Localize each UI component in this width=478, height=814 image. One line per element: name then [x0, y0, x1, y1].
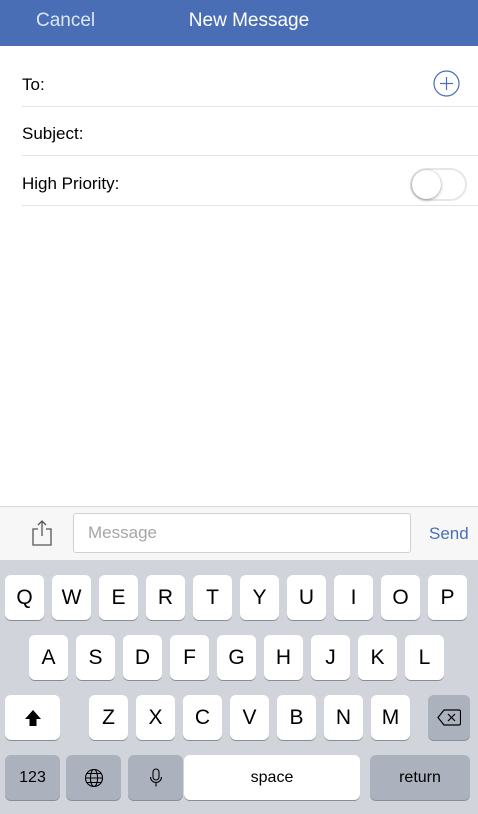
send-button[interactable]: Send	[429, 524, 469, 544]
key-i[interactable]: I	[334, 575, 373, 620]
space-key[interactable]: space	[184, 755, 360, 800]
key-r[interactable]: R	[146, 575, 185, 620]
key-t[interactable]: T	[193, 575, 232, 620]
page-title-text: New Message	[188, 10, 310, 31]
key-d[interactable]: D	[123, 635, 162, 680]
key-q[interactable]: Q	[5, 575, 44, 620]
add-contact-icon[interactable]	[433, 70, 460, 97]
backspace-key[interactable]	[428, 695, 470, 740]
key-v[interactable]: V	[230, 695, 269, 740]
subject-label: Subject:	[22, 124, 84, 143]
key-k[interactable]: K	[358, 635, 397, 680]
divider	[22, 205, 478, 206]
subject-field[interactable]: Subject:	[0, 106, 478, 156]
key-f[interactable]: F	[170, 635, 209, 680]
high-priority-toggle[interactable]	[410, 168, 467, 201]
high-priority-label: High Priority:	[22, 174, 120, 193]
key-n[interactable]: N	[324, 695, 363, 740]
key-l[interactable]: L	[405, 635, 444, 680]
globe-icon	[84, 768, 103, 787]
key-y[interactable]: Y	[240, 575, 279, 620]
key-c[interactable]: C	[183, 695, 222, 740]
key-p[interactable]: P	[428, 575, 467, 620]
shift-icon	[24, 709, 41, 726]
key-w[interactable]: W	[52, 575, 91, 620]
return-key[interactable]: return	[370, 755, 470, 800]
message-input[interactable]	[73, 513, 411, 553]
key-o[interactable]: O	[381, 575, 420, 620]
share-icon[interactable]	[30, 519, 54, 547]
key-j[interactable]: J	[311, 635, 350, 680]
nav-bar: Cancel New Message	[0, 0, 478, 46]
toggle-knob	[412, 170, 441, 199]
key-b[interactable]: B	[277, 695, 316, 740]
backspace-icon	[437, 709, 461, 726]
key-m[interactable]: M	[371, 695, 410, 740]
high-priority-row: High Priority:	[0, 156, 478, 206]
to-field[interactable]: To:	[0, 58, 478, 108]
page-title: New Message	[0, 10, 478, 32]
key-a[interactable]: A	[29, 635, 68, 680]
key-x[interactable]: X	[136, 695, 175, 740]
numbers-key[interactable]: 123	[5, 755, 60, 800]
key-u[interactable]: U	[287, 575, 326, 620]
shift-key[interactable]	[5, 695, 60, 740]
key-h[interactable]: H	[264, 635, 303, 680]
key-z[interactable]: Z	[89, 695, 128, 740]
message-composer: Send	[0, 506, 478, 560]
dictation-key[interactable]	[128, 755, 183, 800]
keyboard: Q W E R T Y U I O P A S D F G H J K L Z …	[0, 560, 478, 814]
key-s[interactable]: S	[76, 635, 115, 680]
key-e[interactable]: E	[99, 575, 138, 620]
key-g[interactable]: G	[217, 635, 256, 680]
globe-key[interactable]	[66, 755, 121, 800]
microphone-icon	[149, 767, 162, 786]
to-label: To:	[22, 75, 45, 94]
